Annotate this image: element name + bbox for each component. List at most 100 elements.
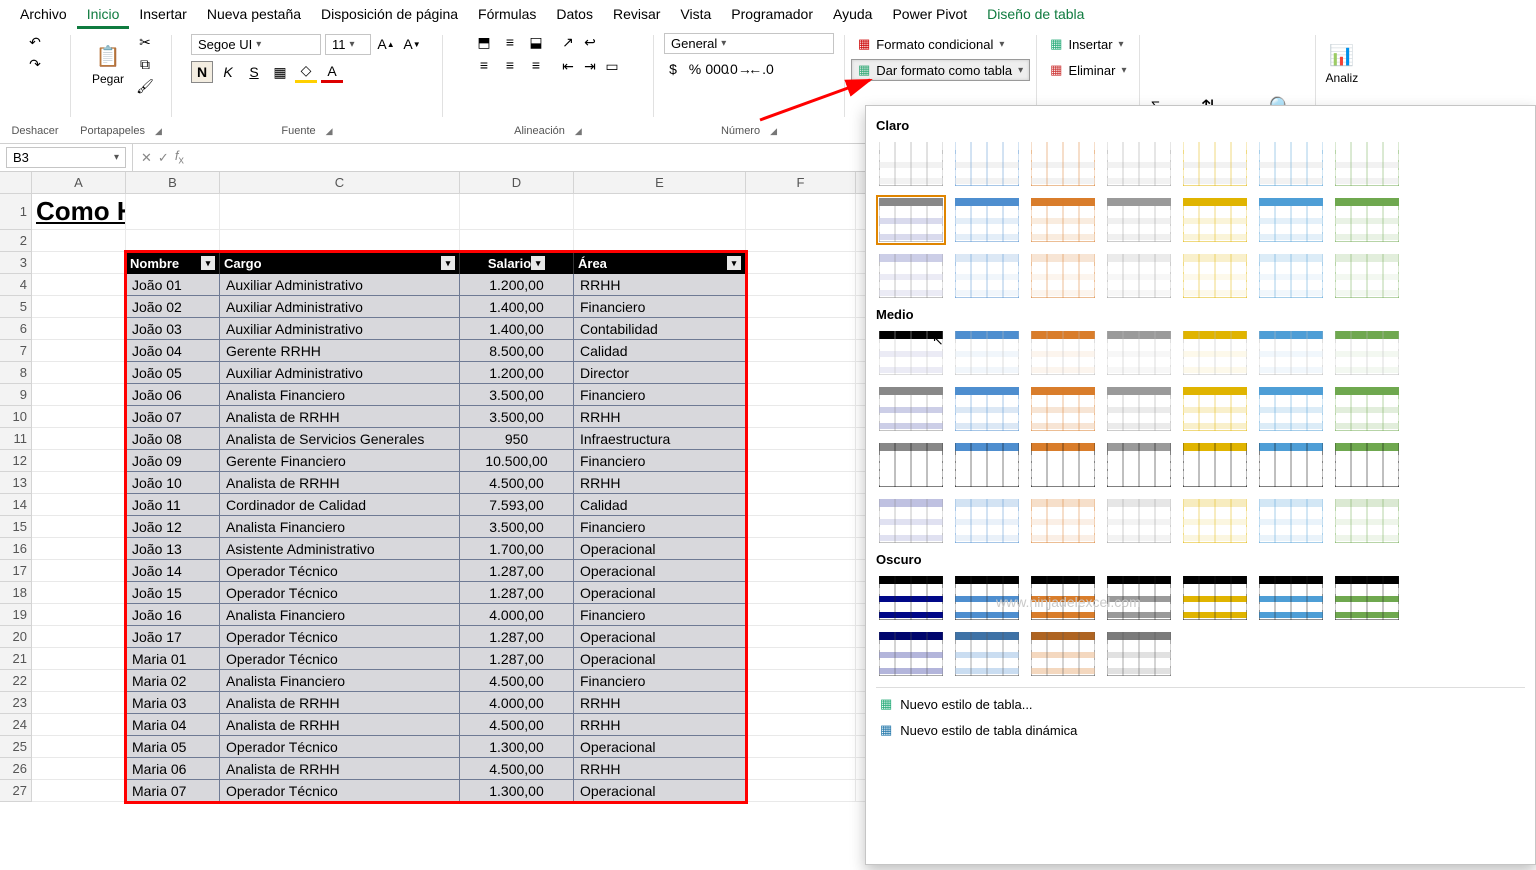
table-style-thumb[interactable]: [952, 139, 1022, 189]
table-cell[interactable]: 4.000,00: [460, 604, 574, 626]
cell[interactable]: [32, 670, 126, 692]
table-style-thumb[interactable]: [1256, 440, 1326, 490]
table-cell[interactable]: Director: [574, 362, 746, 384]
table-style-thumb[interactable]: [1028, 328, 1098, 378]
table-style-thumb[interactable]: [1256, 384, 1326, 434]
table-cell[interactable]: João 02: [126, 296, 220, 318]
table-cell[interactable]: Financiero: [574, 670, 746, 692]
increase-decimal-icon[interactable]: .0→: [730, 60, 748, 78]
cell[interactable]: [746, 428, 856, 450]
cell[interactable]: [746, 318, 856, 340]
cell[interactable]: [746, 340, 856, 362]
table-cell[interactable]: Financiero: [574, 384, 746, 406]
table-cell[interactable]: 1.287,00: [460, 626, 574, 648]
table-style-thumb[interactable]: [1104, 496, 1174, 546]
copy-icon[interactable]: ⧉: [136, 55, 154, 73]
cell[interactable]: [746, 274, 856, 296]
dialog-launcher-icon[interactable]: ◢: [326, 126, 333, 137]
font-name-combo[interactable]: Segoe UI▾: [191, 34, 321, 55]
table-cell[interactable]: Auxiliar Administrativo: [220, 362, 460, 384]
table-cell[interactable]: RRHH: [574, 692, 746, 714]
menu-item-programador[interactable]: Programador: [721, 2, 823, 29]
table-cell[interactable]: Analista de RRHH: [220, 714, 460, 736]
cell[interactable]: [32, 736, 126, 758]
table-style-thumb[interactable]: [952, 629, 1022, 679]
table-cell[interactable]: 1.200,00: [460, 274, 574, 296]
menu-item-vista[interactable]: Vista: [670, 2, 721, 29]
table-cell[interactable]: Auxiliar Administrativo: [220, 274, 460, 296]
row-header[interactable]: 15: [0, 516, 32, 538]
row-header[interactable]: 13: [0, 472, 32, 494]
decrease-font-icon[interactable]: A▼: [401, 33, 423, 55]
column-header[interactable]: F: [746, 172, 856, 194]
cell[interactable]: [126, 230, 220, 252]
align-middle-icon[interactable]: ≡: [501, 33, 519, 51]
row-header[interactable]: 2: [0, 230, 32, 252]
format-painter-icon[interactable]: 🖌: [136, 77, 154, 95]
cell[interactable]: [32, 538, 126, 560]
table-style-thumb[interactable]: [1104, 440, 1174, 490]
table-cell[interactable]: 4.500,00: [460, 670, 574, 692]
table-style-thumb[interactable]: [1256, 195, 1326, 245]
table-style-thumb[interactable]: [1028, 629, 1098, 679]
table-style-thumb[interactable]: [1180, 573, 1250, 623]
menu-item-nueva-pestaña[interactable]: Nueva pestaña: [197, 2, 311, 29]
table-cell[interactable]: Maria 07: [126, 780, 220, 802]
table-style-thumb[interactable]: [876, 195, 946, 245]
table-cell[interactable]: 8.500,00: [460, 340, 574, 362]
table-cell[interactable]: Operador Técnico: [220, 560, 460, 582]
table-cell[interactable]: Analista Financiero: [220, 670, 460, 692]
table-cell[interactable]: João 13: [126, 538, 220, 560]
table-cell[interactable]: João 17: [126, 626, 220, 648]
menu-item-revisar[interactable]: Revisar: [603, 2, 670, 29]
table-style-thumb[interactable]: [876, 496, 946, 546]
row-header[interactable]: 27: [0, 780, 32, 802]
row-header[interactable]: 23: [0, 692, 32, 714]
table-cell[interactable]: Analista Financiero: [220, 604, 460, 626]
row-header[interactable]: 3: [0, 252, 32, 274]
row-header[interactable]: 25: [0, 736, 32, 758]
fx-icon[interactable]: fx: [175, 148, 184, 167]
column-header[interactable]: D: [460, 172, 574, 194]
table-style-thumb[interactable]: [1256, 251, 1326, 301]
cell[interactable]: [574, 230, 746, 252]
table-style-thumb[interactable]: [1180, 195, 1250, 245]
cell[interactable]: [32, 252, 126, 274]
align-bottom-icon[interactable]: ⬓: [527, 33, 545, 51]
table-style-thumb[interactable]: [1332, 251, 1402, 301]
align-center-icon[interactable]: ≡: [501, 56, 519, 74]
cell[interactable]: [32, 362, 126, 384]
table-style-thumb[interactable]: [952, 496, 1022, 546]
row-header[interactable]: 22: [0, 670, 32, 692]
table-cell[interactable]: 4.500,00: [460, 758, 574, 780]
table-cell[interactable]: Analista de RRHH: [220, 758, 460, 780]
table-cell[interactable]: 10.500,00: [460, 450, 574, 472]
cell[interactable]: [746, 714, 856, 736]
dialog-launcher-icon[interactable]: ◢: [155, 126, 162, 137]
table-cell[interactable]: Analista de Servicios Generales: [220, 428, 460, 450]
table-style-thumb[interactable]: [1180, 251, 1250, 301]
table-style-thumb[interactable]: [1180, 328, 1250, 378]
indent-inc-icon[interactable]: ⇥: [581, 57, 599, 75]
row-header[interactable]: 7: [0, 340, 32, 362]
table-cell[interactable]: Calidad: [574, 494, 746, 516]
row-header[interactable]: 16: [0, 538, 32, 560]
table-cell[interactable]: Maria 05: [126, 736, 220, 758]
table-cell[interactable]: João 07: [126, 406, 220, 428]
cell[interactable]: [746, 604, 856, 626]
cut-icon[interactable]: ✂: [136, 33, 154, 51]
table-style-thumb[interactable]: [1256, 496, 1326, 546]
cell[interactable]: [32, 648, 126, 670]
table-cell[interactable]: Operacional: [574, 582, 746, 604]
table-cell[interactable]: Operacional: [574, 560, 746, 582]
table-cell[interactable]: Maria 06: [126, 758, 220, 780]
increase-font-icon[interactable]: A▲: [375, 33, 397, 55]
menu-item-fórmulas[interactable]: Fórmulas: [468, 2, 546, 29]
new-pivot-style-link[interactable]: ▦Nuevo estilo de tabla dinámica: [876, 720, 1525, 740]
table-cell[interactable]: RRHH: [574, 714, 746, 736]
cell[interactable]: [32, 714, 126, 736]
table-cell[interactable]: Gerente RRHH: [220, 340, 460, 362]
table-cell[interactable]: Financiero: [574, 450, 746, 472]
column-header[interactable]: E: [574, 172, 746, 194]
new-table-style-link[interactable]: ▦Nuevo estilo de tabla...: [876, 694, 1525, 714]
